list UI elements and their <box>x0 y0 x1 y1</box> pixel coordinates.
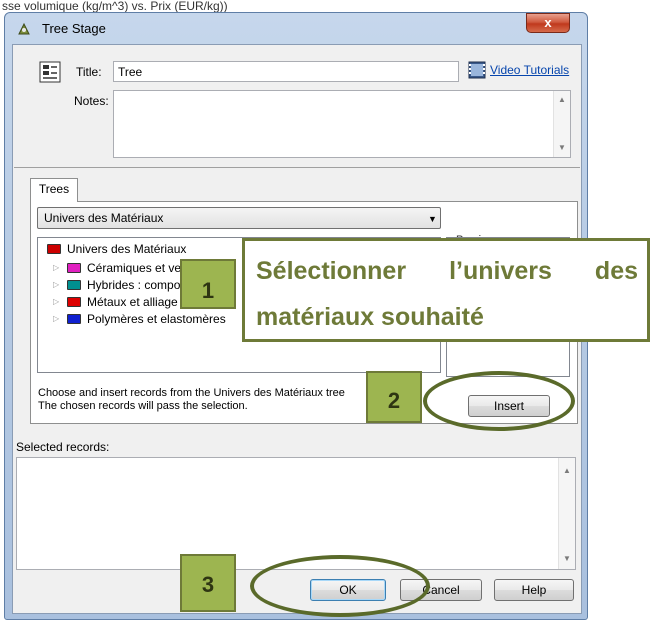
selected-scrollbar[interactable]: ▲ ▼ <box>558 458 575 569</box>
tree-item-label[interactable]: Polymères et elastomères <box>87 312 226 326</box>
notes-textarea[interactable]: ▲ ▼ <box>113 90 571 158</box>
expand-icon[interactable]: ▷ <box>53 280 59 289</box>
scroll-down-icon[interactable]: ▼ <box>563 554 571 563</box>
tab-trees[interactable]: Trees <box>30 178 78 202</box>
annotation-callout-line-2: matériaux souhaité <box>256 303 484 331</box>
title-input-value: Tree <box>118 65 143 79</box>
annotation-badge-2: 2 <box>366 371 422 423</box>
scroll-up-icon[interactable]: ▲ <box>558 95 566 104</box>
tree-root-label[interactable]: Univers des Matériaux <box>67 242 186 256</box>
notes-scrollbar[interactable]: ▲ ▼ <box>553 91 570 157</box>
chevron-down-icon[interactable]: ▼ <box>428 214 437 224</box>
record-icon <box>39 61 61 83</box>
tree-item-label[interactable]: Métaux et alliage <box>87 295 178 309</box>
hint-line-2: The chosen records will pass the selecti… <box>38 400 248 412</box>
selected-records-list[interactable]: ▲ ▼ <box>16 457 576 570</box>
annotation-ellipse-insert <box>423 371 575 431</box>
help-button[interactable]: Help <box>494 579 574 601</box>
tree-stage-icon <box>18 22 30 35</box>
video-tutorials-link[interactable]: Video Tutorials <box>490 63 569 77</box>
annotation-ellipse-ok <box>250 555 430 617</box>
tree-item-label[interactable]: Hybrides : compo <box>87 278 180 292</box>
notes-label: Notes: <box>74 94 109 108</box>
title-label: Title: <box>76 65 102 79</box>
title-input[interactable]: Tree <box>113 61 459 82</box>
video-icon[interactable] <box>468 61 486 79</box>
folder-icon <box>67 297 81 307</box>
tree-select[interactable]: Univers des Matériaux <box>37 207 441 229</box>
separator <box>14 167 580 168</box>
hint-line-1: Choose and insert records from the Unive… <box>38 387 345 399</box>
folder-icon <box>67 314 81 324</box>
annotation-badge-3: 3 <box>180 554 236 612</box>
folder-icon <box>67 280 81 290</box>
scroll-down-icon[interactable]: ▼ <box>558 143 566 152</box>
tree-item-label[interactable]: Céramiques et ve <box>87 261 181 275</box>
folder-icon <box>67 263 81 273</box>
annotation-badge-1: 1 <box>180 259 236 309</box>
window-title: Tree Stage <box>42 21 106 36</box>
selected-records-label: Selected records: <box>16 440 110 454</box>
expand-icon[interactable]: ▷ <box>53 297 59 306</box>
expand-icon[interactable]: ▷ <box>53 314 59 323</box>
folder-icon <box>47 244 61 254</box>
scroll-up-icon[interactable]: ▲ <box>563 466 571 475</box>
annotation-callout-line-1: Sélectionner l’univers des <box>256 257 638 285</box>
close-button[interactable]: x <box>526 13 570 33</box>
expand-icon[interactable]: ▷ <box>53 263 59 272</box>
